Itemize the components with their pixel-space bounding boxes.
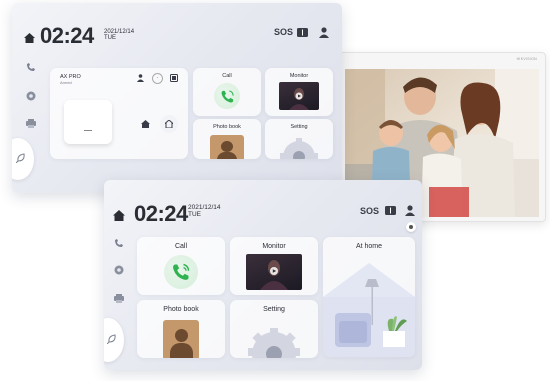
setting-label: Setting — [290, 124, 308, 130]
call-tile[interactable]: Call — [137, 237, 225, 295]
home-stay-icon[interactable] — [141, 120, 150, 128]
photo-book-tile[interactable]: Photo book — [193, 119, 261, 159]
monitor-preview-image — [289, 88, 309, 110]
monitor-thumbnail — [246, 254, 302, 290]
camera-icon[interactable] — [114, 265, 124, 275]
gear-icon — [248, 328, 300, 358]
phone-icon[interactable] — [26, 62, 36, 72]
home-icon[interactable] — [113, 210, 125, 221]
photo-book-label: Photo book — [163, 306, 199, 313]
call-icon-bg — [164, 255, 198, 289]
at-home-illustration — [323, 263, 415, 357]
printer-icon[interactable] — [114, 294, 124, 303]
setting-tile[interactable]: Setting — [265, 119, 333, 159]
user-icon[interactable] — [319, 27, 329, 38]
away-home-icon — [165, 120, 173, 128]
card-icon[interactable] — [297, 28, 308, 37]
sos-icon[interactable]: SOS — [274, 27, 293, 37]
monitor-tile[interactable]: Monitor — [230, 237, 318, 295]
printer-icon[interactable] — [26, 119, 36, 128]
photo-book-icon — [163, 320, 199, 358]
clock-time: 02:24 — [134, 201, 188, 226]
leaf-icon — [107, 334, 116, 344]
phone-call-icon — [173, 263, 190, 280]
side-drawer-handle[interactable] — [12, 138, 34, 180]
monitor-label: Monitor — [262, 243, 286, 250]
weekday-label: TUE — [104, 35, 116, 42]
photo-book-label: Photo book — [213, 124, 241, 130]
home-icon[interactable] — [24, 33, 35, 43]
monitor-tile[interactable]: Monitor — [265, 68, 333, 116]
bottom-ui-screen: 02:24 2021/12/14 TUE SOS Call Monitor At… — [104, 180, 422, 370]
ax-pro-tile[interactable]: AX PRO Armed · — [50, 68, 188, 159]
person-icon[interactable] — [137, 74, 144, 82]
ax-pro-device-image — [64, 100, 112, 144]
call-label: Call — [174, 243, 188, 250]
monitor-thumbnail — [279, 82, 319, 110]
side-drawer-handle[interactable] — [104, 318, 124, 362]
call-icon-bg — [214, 83, 240, 109]
leaf-icon — [16, 153, 25, 163]
arm-icon[interactable] — [170, 74, 178, 82]
monitor-label: Monitor — [289, 73, 309, 79]
clock-date: 2021/12/14 TUE — [104, 29, 134, 42]
settings-dot-icon[interactable] — [406, 222, 416, 232]
device-status: Armed — [60, 80, 72, 85]
clock-date: 2021/12/14 TUE — [188, 204, 221, 219]
more-icon[interactable]: · — [152, 73, 163, 84]
photo-book-tile[interactable]: Photo book — [137, 300, 225, 358]
sos-icon[interactable]: SOS — [360, 206, 379, 216]
call-tile[interactable]: Call — [193, 68, 261, 116]
user-icon[interactable] — [405, 205, 415, 216]
phone-call-icon — [221, 89, 234, 102]
weekday-label: TUE — [188, 210, 201, 218]
setting-tile[interactable]: Setting — [230, 300, 318, 358]
sofa-icon — [335, 313, 371, 347]
phone-icon[interactable] — [114, 238, 124, 248]
photo-book-icon — [210, 135, 244, 159]
gear-icon — [280, 138, 318, 159]
clock-time: 02:24 — [40, 23, 94, 48]
brand-label: HIKVISION — [516, 57, 537, 61]
card-icon[interactable] — [385, 206, 396, 215]
top-ui-screen: 02:24 2021/12/14 TUE SOS AX PRO Armed · — [12, 3, 342, 193]
away-button[interactable] — [160, 115, 178, 133]
camera-icon[interactable] — [26, 91, 36, 101]
at-home-tile[interactable]: At home — [323, 237, 415, 357]
setting-label: Setting — [263, 306, 285, 313]
call-label: Call — [222, 73, 232, 79]
monitor-preview-image — [260, 260, 288, 290]
at-home-label: At home — [355, 243, 383, 250]
